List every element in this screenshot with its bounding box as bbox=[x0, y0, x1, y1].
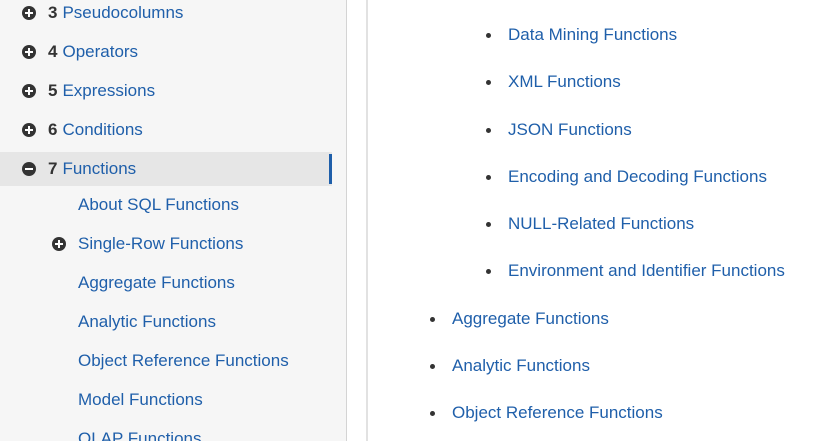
bullet-icon bbox=[486, 221, 491, 227]
sidebar-subitem-analytic-functions[interactable]: Analytic Functions bbox=[78, 305, 216, 339]
sidebar-item-label[interactable]: Expressions bbox=[62, 81, 155, 101]
sidebar-divider bbox=[346, 0, 347, 441]
sidebar-item-expressions[interactable]: 5 Expressions bbox=[22, 74, 332, 108]
sidebar-subitem-label[interactable]: Aggregate Functions bbox=[78, 273, 235, 293]
list-item: Aggregate Functions bbox=[430, 306, 609, 332]
sidebar-subitem-single-row-functions[interactable]: Single-Row Functions bbox=[52, 227, 243, 261]
chapter-number: 4 bbox=[48, 42, 58, 61]
list-item: Data Mining Functions bbox=[486, 22, 677, 48]
collapse-minus-icon[interactable] bbox=[22, 162, 36, 176]
sidebar-item-label[interactable]: Functions bbox=[62, 159, 136, 179]
list-item: XML Functions bbox=[486, 69, 621, 95]
bullet-icon bbox=[486, 127, 491, 133]
sidebar-item-label[interactable]: Pseudocolumns bbox=[62, 3, 183, 23]
bullet-icon bbox=[430, 363, 435, 369]
sidebar-subitem-model-functions[interactable]: Model Functions bbox=[78, 383, 203, 417]
sidebar-subitem-label[interactable]: Single-Row Functions bbox=[78, 234, 243, 254]
sidebar-item-label[interactable]: Conditions bbox=[62, 120, 142, 140]
content-link[interactable]: Environment and Identifier Functions bbox=[508, 261, 785, 281]
sidebar-item-functions[interactable]: 7 Functions bbox=[0, 152, 332, 186]
content-link[interactable]: Data Mining Functions bbox=[508, 25, 677, 45]
content-link[interactable]: JSON Functions bbox=[508, 120, 632, 140]
list-item: Analytic Functions bbox=[430, 353, 590, 379]
expand-plus-icon[interactable] bbox=[22, 45, 36, 59]
list-item: Object Reference Functions bbox=[430, 400, 663, 426]
content-link[interactable]: Analytic Functions bbox=[452, 356, 590, 376]
sidebar-subitem-label[interactable]: About SQL Functions bbox=[78, 195, 239, 215]
expand-plus-icon[interactable] bbox=[22, 123, 36, 137]
sidebar-subitem-object-reference-functions[interactable]: Object Reference Functions bbox=[78, 344, 289, 378]
sidebar-subitem-label[interactable]: Model Functions bbox=[78, 390, 203, 410]
sidebar-item-operators[interactable]: 4 Operators bbox=[22, 35, 332, 69]
sidebar-subitem-olap-functions[interactable]: OLAP Functions bbox=[78, 422, 201, 441]
sidebar-subitem-aggregate-functions[interactable]: Aggregate Functions bbox=[78, 266, 235, 300]
expand-plus-icon[interactable] bbox=[22, 6, 36, 20]
bullet-icon bbox=[486, 79, 491, 85]
bullet-icon bbox=[430, 316, 435, 322]
sidebar-subitem-label[interactable]: Analytic Functions bbox=[78, 312, 216, 332]
list-item: Environment and Identifier Functions bbox=[486, 258, 785, 284]
sidebar-toc: 3 Pseudocolumns 4 Operators 5 Expression… bbox=[0, 0, 346, 441]
chapter-number: 6 bbox=[48, 120, 58, 139]
content-divider[interactable] bbox=[366, 0, 368, 441]
bullet-icon bbox=[430, 410, 435, 416]
content-link[interactable]: NULL-Related Functions bbox=[508, 214, 694, 234]
content-link[interactable]: Object Reference Functions bbox=[452, 403, 663, 423]
content-link[interactable]: Encoding and Decoding Functions bbox=[508, 167, 767, 187]
sidebar-subitem-about-sql-functions[interactable]: About SQL Functions bbox=[78, 188, 239, 222]
bullet-icon bbox=[486, 174, 491, 180]
expand-plus-icon[interactable] bbox=[22, 84, 36, 98]
bullet-icon bbox=[486, 32, 491, 38]
content-link[interactable]: Aggregate Functions bbox=[452, 309, 609, 329]
list-item: Encoding and Decoding Functions bbox=[486, 164, 767, 190]
bullet-icon bbox=[486, 268, 491, 274]
expand-plus-icon[interactable] bbox=[52, 237, 66, 251]
sidebar-subitem-label[interactable]: Object Reference Functions bbox=[78, 351, 289, 371]
sidebar-item-label[interactable]: Operators bbox=[62, 42, 138, 62]
sidebar-item-conditions[interactable]: 6 Conditions bbox=[22, 113, 332, 147]
chapter-number: 3 bbox=[48, 3, 58, 22]
chapter-number: 7 bbox=[48, 159, 58, 178]
list-item: NULL-Related Functions bbox=[486, 211, 694, 237]
sidebar-subitem-label[interactable]: OLAP Functions bbox=[78, 429, 201, 441]
list-item: JSON Functions bbox=[486, 117, 632, 143]
chapter-number: 5 bbox=[48, 81, 58, 100]
page: 3 Pseudocolumns 4 Operators 5 Expression… bbox=[0, 0, 827, 441]
content-link[interactable]: XML Functions bbox=[508, 72, 621, 92]
sidebar-item-pseudocolumns[interactable]: 3 Pseudocolumns bbox=[22, 0, 332, 30]
active-indicator bbox=[329, 154, 332, 184]
